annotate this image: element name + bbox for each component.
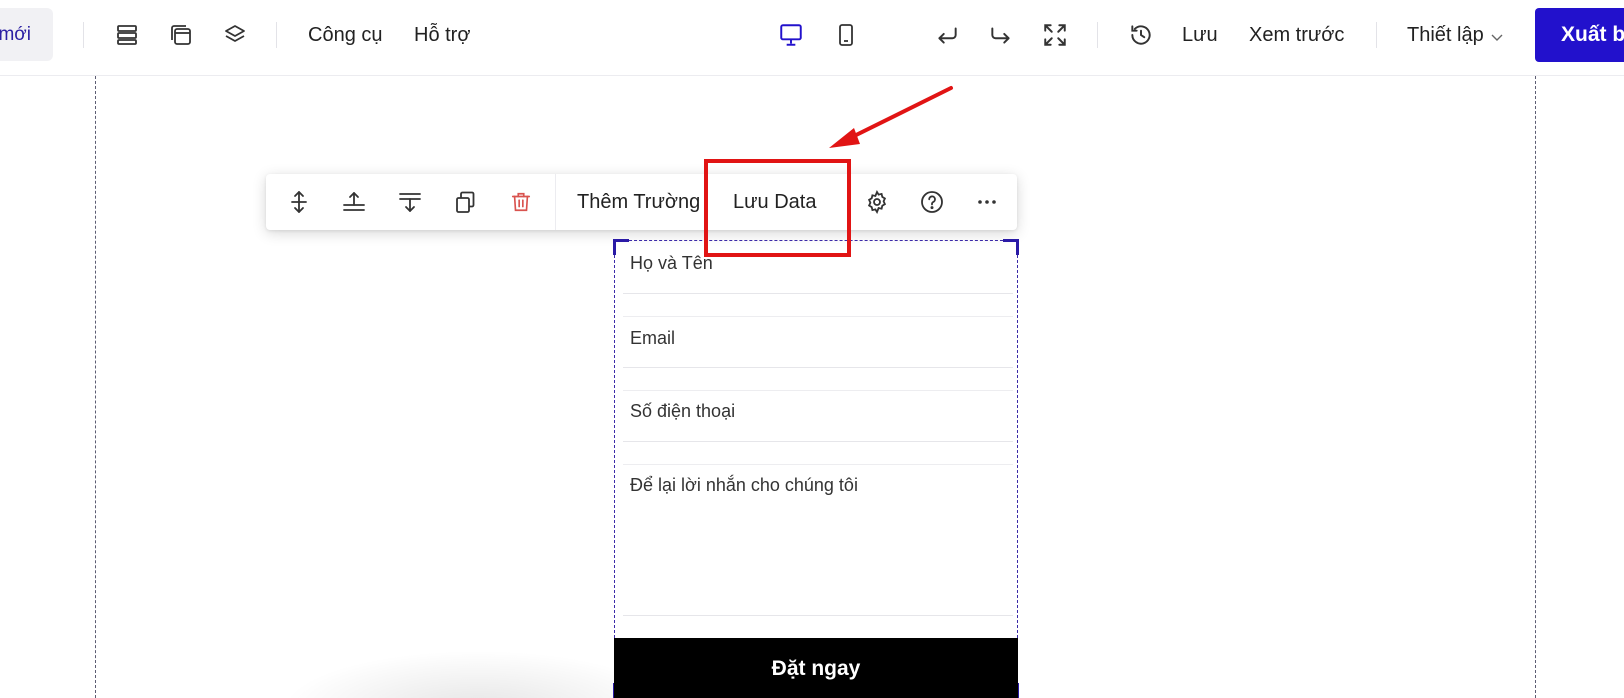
name-field[interactable]: Họ và Tên — [623, 241, 1013, 294]
preview-button[interactable]: Xem trước — [1249, 22, 1344, 48]
chevron-down-icon — [1491, 23, 1503, 49]
undo-icon[interactable] — [932, 20, 962, 50]
phone-field[interactable]: Số điện thoại — [623, 391, 1013, 442]
settings-label: Thiết lập — [1407, 24, 1484, 46]
menu-tools[interactable]: Công cụ — [308, 22, 383, 48]
email-field[interactable]: Email — [623, 317, 1013, 368]
decorative-shadow — [280, 650, 640, 698]
divider — [555, 174, 556, 230]
redo-icon[interactable] — [986, 20, 1016, 50]
section-guide-right — [1535, 76, 1536, 698]
sections-icon[interactable] — [112, 20, 142, 50]
trash-icon[interactable] — [507, 188, 535, 216]
publish-button[interactable]: Xuất bản — [1535, 8, 1624, 62]
desktop-icon[interactable] — [776, 20, 806, 50]
order-now-button[interactable]: Đặt ngay — [614, 638, 1018, 698]
move-down-icon[interactable] — [396, 188, 424, 216]
layers-icon[interactable] — [220, 20, 250, 50]
new-button[interactable]: mới — [0, 8, 53, 61]
move-up-icon[interactable] — [340, 188, 368, 216]
element-toolbar: Thêm Trường Lưu Data — [266, 174, 1017, 230]
pages-icon[interactable] — [166, 20, 196, 50]
more-icon[interactable] — [973, 188, 1001, 216]
annotation-arrow-icon — [829, 86, 953, 148]
divider — [276, 22, 277, 48]
save-button[interactable]: Lưu — [1182, 22, 1218, 48]
help-icon[interactable] — [918, 188, 946, 216]
divider — [83, 22, 84, 48]
gear-icon[interactable] — [863, 188, 891, 216]
save-data-button[interactable]: Lưu Data — [733, 189, 816, 215]
duplicate-icon[interactable] — [451, 188, 479, 216]
resize-vertical-icon[interactable] — [285, 188, 313, 216]
message-textarea[interactable]: Để lại lời nhắn cho chúng tôi — [623, 465, 1013, 616]
contact-form[interactable]: Họ và Tên Email Số điện thoại Để lại lời… — [613, 239, 1019, 698]
top-toolbar: mới Công cụ Hỗ trợ Lưu Xem trước Thiết l… — [0, 0, 1624, 76]
divider — [1376, 22, 1377, 48]
fullscreen-icon[interactable] — [1040, 20, 1070, 50]
section-guide-left — [95, 76, 96, 698]
add-field-button[interactable]: Thêm Trường — [577, 189, 700, 215]
history-icon[interactable] — [1126, 20, 1156, 50]
menu-support[interactable]: Hỗ trợ — [414, 22, 470, 48]
divider — [1097, 22, 1098, 48]
settings-dropdown[interactable]: Thiết lập — [1407, 22, 1503, 48]
mobile-icon[interactable] — [831, 20, 861, 50]
